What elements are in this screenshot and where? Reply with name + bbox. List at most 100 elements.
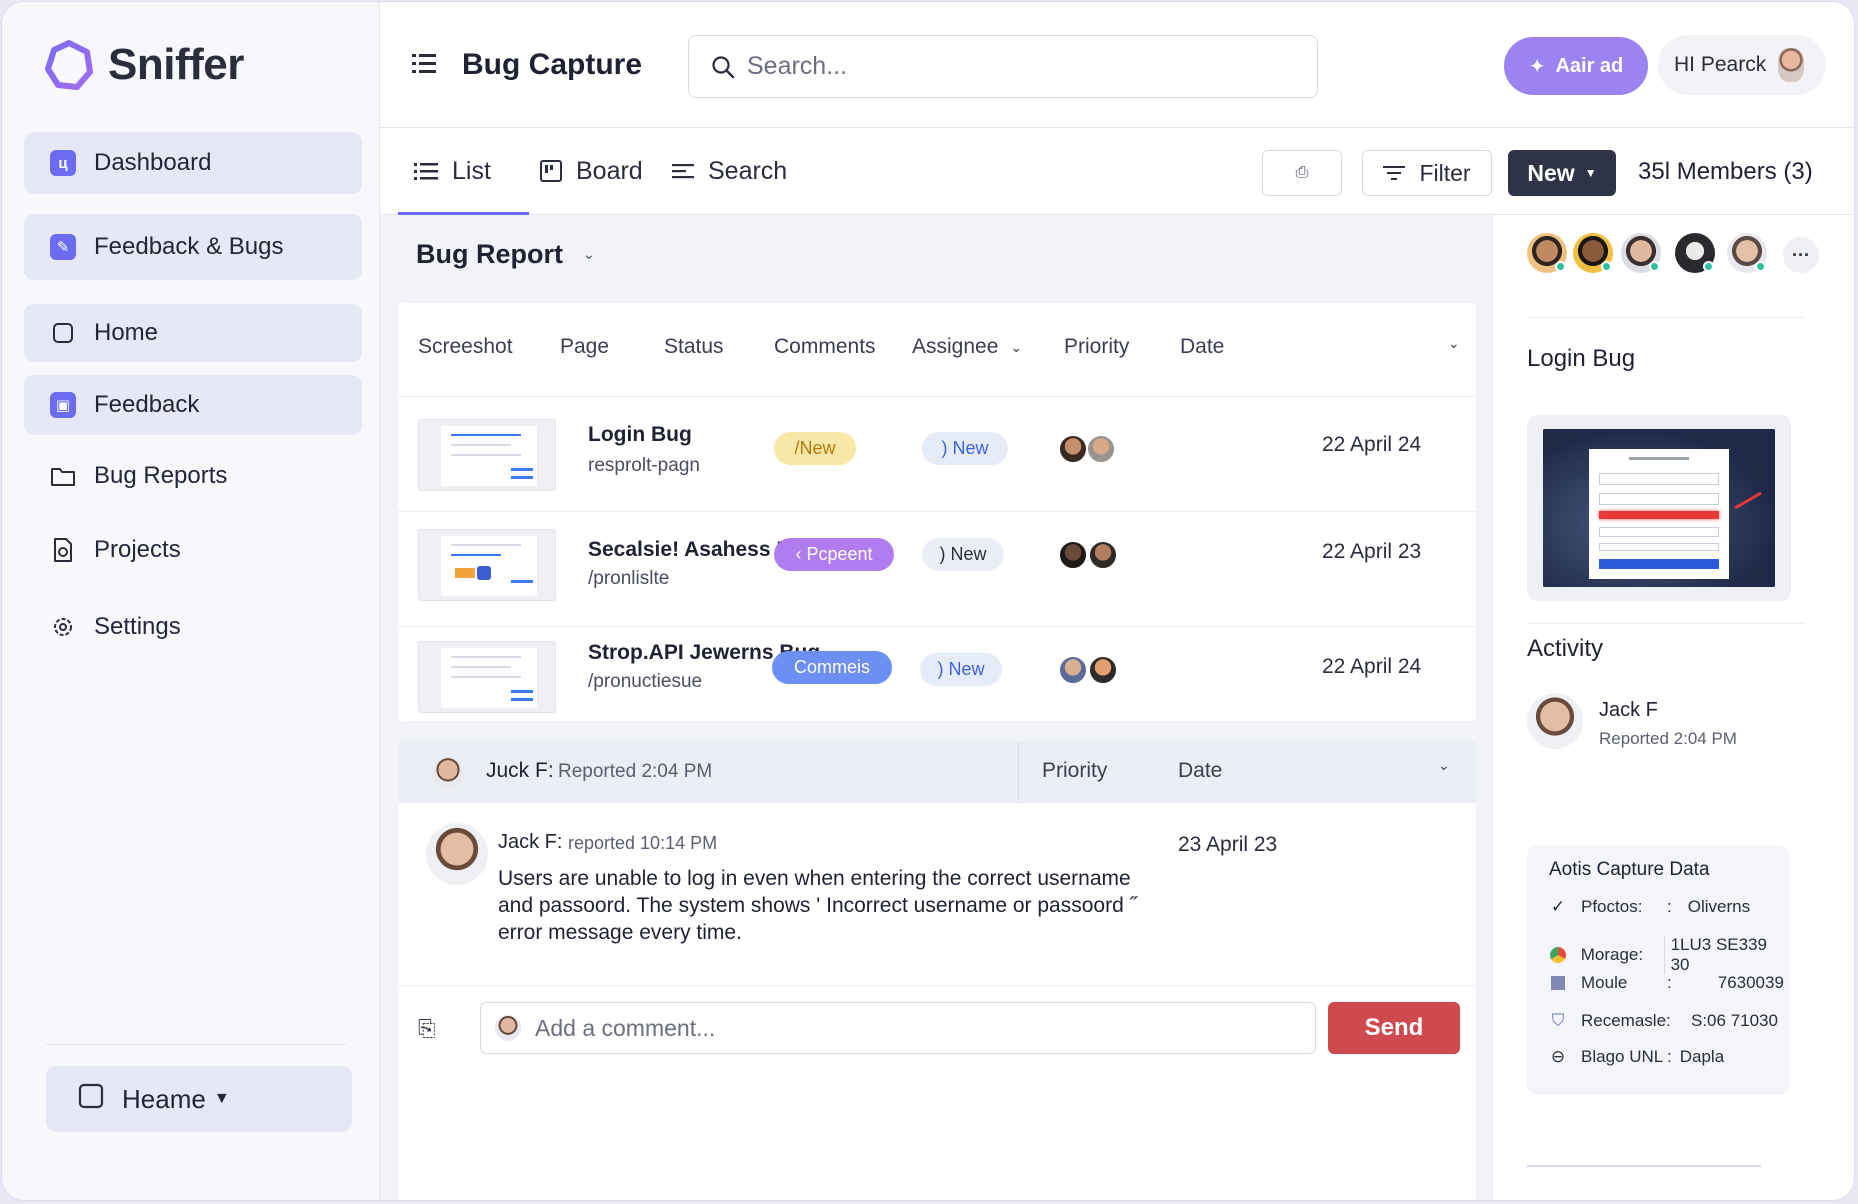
menu-icon[interactable] — [412, 52, 436, 74]
capture-title: Aotis Capture Data — [1549, 859, 1710, 880]
sniffer-logo-icon — [45, 40, 93, 90]
app-window: Sniffer ц Dashboard ✎ Feedback & Bugs Ho… — [2, 2, 1854, 1200]
capture-value: Oliverns — [1687, 897, 1751, 916]
bug-page: /pronuctiesue — [588, 671, 703, 692]
column-header[interactable]: Priority — [1042, 759, 1107, 783]
sidebar-item-feedback[interactable]: ▣ Feedback — [24, 375, 362, 435]
tab-board[interactable]: Board — [540, 128, 643, 214]
comment-author: Jack F: — [498, 831, 563, 853]
avatar — [1058, 655, 1088, 685]
edit-icon: ✎ — [50, 234, 76, 260]
section-title[interactable]: Bug Report ⌄ — [416, 239, 595, 270]
priority-badge[interactable]: ) New — [922, 432, 1008, 465]
tab-list[interactable]: List — [398, 128, 529, 215]
comment-date: 23 April 23 — [1178, 833, 1278, 856]
capture-key: Morage: — [1580, 945, 1644, 964]
add-button-label: Aair ad — [1555, 54, 1624, 77]
avatar — [1088, 655, 1118, 685]
comment-header-meta: Reported 2:04 PM — [558, 761, 713, 782]
more-icon[interactable]: ··· — [1783, 237, 1819, 273]
sidebar-item-label: Bug Reports — [94, 462, 228, 489]
add-button[interactable]: ✦ Aair ad — [1504, 37, 1648, 95]
avatar — [1086, 434, 1116, 464]
sidebar-item-feedback-bugs[interactable]: ✎ Feedback & Bugs — [24, 214, 362, 280]
comment-input[interactable]: Add a comment... — [480, 1002, 1316, 1054]
sidebar-item-settings[interactable]: Settings — [24, 596, 362, 658]
table-row[interactable]: Strop.API Jewerns Bug /pronuctiesue Comm… — [398, 627, 1476, 742]
filter-button[interactable]: Filter — [1362, 150, 1492, 196]
user-menu[interactable]: HI Pearck — [1658, 35, 1826, 95]
tab-search[interactable]: Search — [672, 128, 787, 214]
search-placeholder: Search... — [747, 52, 848, 80]
app-name: Sniffer — [108, 40, 244, 89]
sidebar-item-dashboard[interactable]: ц Dashboard — [24, 132, 362, 194]
column-header[interactable]: Status — [664, 335, 724, 359]
new-button[interactable]: New ▼ — [1508, 150, 1616, 196]
column-header[interactable]: Date — [1180, 335, 1224, 359]
screenshot-thumbnail[interactable] — [418, 641, 556, 713]
export-button[interactable]: ⎙ — [1262, 150, 1342, 196]
column-header[interactable]: Priority — [1064, 335, 1129, 359]
capture-value: 1LU3 SE339 30 — [1663, 935, 1789, 975]
sidebar: Sniffer ц Dashboard ✎ Feedback & Bugs Ho… — [2, 2, 380, 1200]
avatar — [1058, 434, 1088, 464]
status-badge[interactable]: ‹ Pcpeent — [774, 538, 894, 571]
workspace-switcher[interactable]: Heame ▼ — [46, 1066, 352, 1132]
column-header[interactable]: Date — [1178, 759, 1222, 783]
status-badge[interactable]: /New — [774, 432, 856, 465]
divider — [398, 985, 1476, 986]
dashboard-icon: ц — [50, 150, 76, 176]
members-count[interactable]: 35l Members (3) — [1638, 158, 1813, 186]
attach-icon[interactable]: ⎘ — [418, 1016, 436, 1042]
square-icon — [1549, 974, 1567, 992]
caret-down-icon: ▼ — [1584, 166, 1597, 180]
column-header[interactable]: Screeshot — [418, 335, 513, 359]
lines-icon — [672, 164, 694, 179]
sparkle-icon: ✦ — [1528, 55, 1546, 78]
capture-row: ⊖ Blago UNL : Dapla — [1549, 1047, 1724, 1067]
comment-thread: Jack F: reported 10:14 PM 23 April 23 Us… — [398, 803, 1476, 1200]
online-dot — [1649, 261, 1660, 272]
send-button[interactable]: Send — [1328, 1002, 1460, 1054]
minus-circle-icon: ⊖ — [1550, 1047, 1566, 1066]
online-dot — [1555, 261, 1566, 272]
status-badge[interactable]: Commeis — [772, 651, 892, 684]
sidebar-item-label: Feedback & Bugs — [94, 233, 284, 260]
sidebar-item-projects[interactable]: Projects — [24, 519, 362, 581]
sidebar-item-bug-reports[interactable]: Bug Reports — [24, 445, 362, 507]
screenshot-thumbnail[interactable] — [418, 529, 556, 601]
tab-label: List — [452, 156, 491, 185]
priority-badge[interactable]: ) New — [920, 653, 1002, 686]
screenshot-thumbnail[interactable] — [418, 419, 556, 491]
avatar — [432, 757, 464, 789]
view-toolbar: List Board Search ⎙ Filter New ▼ 35l Mem… — [380, 128, 1854, 215]
folder-icon — [50, 463, 76, 489]
column-header[interactable]: Page — [560, 335, 609, 359]
table-row[interactable]: Secalsie! Asahess Bug /pronlislte ‹ Pcpe… — [398, 512, 1476, 627]
search-input[interactable]: Search... — [688, 35, 1318, 98]
bug-date: 22 April 23 — [1322, 540, 1422, 563]
bug-screenshot[interactable] — [1527, 415, 1791, 601]
column-header-assignee[interactable]: Assignee ⌄ — [912, 335, 1022, 359]
list-icon — [414, 163, 438, 180]
chevron-down-icon[interactable]: ⌄ — [1448, 335, 1460, 352]
chevron-down-icon[interactable]: ⌄ — [1438, 757, 1450, 774]
divider — [1018, 741, 1019, 803]
capture-value: S:06 71030 — [1691, 1011, 1778, 1030]
bug-title[interactable]: Login Bug — [588, 423, 692, 447]
capture-row: ✓ Pfoctos: : Oliverns — [1549, 897, 1750, 917]
bug-page: resprolt-pagn — [588, 455, 700, 476]
check-icon: ✓ — [1550, 897, 1566, 916]
section-title-label: Bug Report — [416, 239, 563, 269]
bug-date: 22 April 24 — [1322, 655, 1422, 678]
page-title: Bug Capture — [462, 48, 642, 81]
table-row[interactable]: Login Bug resprolt-pagn /New ) New 22 Ap… — [398, 397, 1476, 512]
logo[interactable]: Sniffer — [44, 40, 244, 90]
sidebar-item-label: Dashboard — [94, 149, 212, 176]
bug-page: /pronlislte — [588, 568, 670, 589]
sidebar-item-home[interactable]: Home — [24, 304, 362, 362]
feedback-icon: ▣ — [50, 392, 76, 418]
column-header[interactable]: Comments — [774, 335, 876, 359]
tab-label: Board — [576, 156, 643, 185]
priority-badge[interactable]: ) New — [922, 538, 1004, 571]
